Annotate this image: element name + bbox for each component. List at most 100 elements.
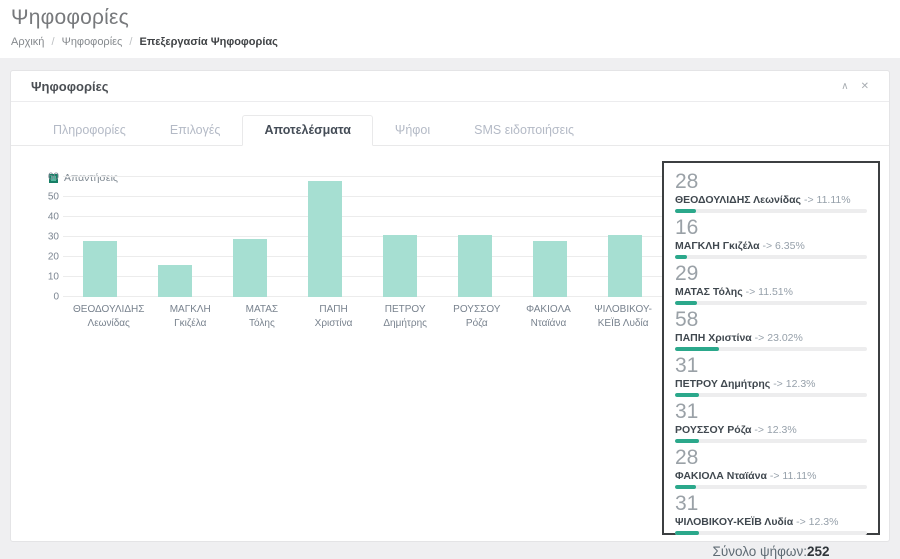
result-progress-track: [675, 485, 867, 489]
bar-slot: [587, 235, 662, 297]
result-progress-track: [675, 347, 867, 351]
x-axis-label: ΠΑΠΗ Χριστίνα: [298, 303, 370, 330]
y-axis-tick: 40: [48, 212, 59, 223]
result-percent: 11.51%: [758, 286, 793, 298]
y-axis-tick: 10: [48, 272, 59, 283]
y-axis-tick: 0: [53, 292, 59, 303]
result-line: ΠΑΠΗ Χριστίνα -> 23.02%: [675, 332, 867, 344]
result-percent: 12.3%: [809, 516, 839, 528]
breadcrumb-separator: /: [52, 36, 55, 48]
result-arrow: ->: [773, 378, 783, 390]
total-votes-value: 252: [807, 544, 830, 559]
bar-slot: [363, 235, 438, 297]
result-arrow: ->: [746, 286, 756, 298]
result-line: ΡΟΥΣΣΟΥ Ρόζα -> 12.3%: [675, 424, 867, 436]
result-item: 31 ΠΕΤΡΟΥ Δημήτρης -> 12.3%: [675, 356, 867, 397]
answers-bar-chart: Απαντήσεις 0 10 20 30 40 50 60: [41, 176, 662, 535]
result-percent: 12.3%: [767, 424, 797, 436]
y-axis-tick: 50: [48, 192, 59, 203]
result-count: 16: [675, 218, 867, 238]
result-count: 29: [675, 264, 867, 284]
result-progress-track: [675, 439, 867, 443]
result-candidate-name: ΡΟΥΣΣΟΥ Ρόζα: [675, 424, 751, 436]
result-item: 28 ΘΕΟΔΟΥΛΙΔΗΣ Λεωνίδας -> 11.11%: [675, 172, 867, 213]
breadcrumb: Αρχική / Ψηφοφορίες / Επεξεργασία Ψηφοφο…: [11, 36, 900, 48]
tab[interactable]: Πληροφορίες: [31, 115, 148, 146]
result-count: 31: [675, 402, 867, 422]
result-candidate-name: ΜΑΤΑΣ Τόλης: [675, 286, 743, 298]
x-axis-label: ΠΕΤΡΟΥ Δημήτρης: [369, 303, 441, 330]
result-arrow: ->: [770, 470, 780, 482]
result-percent: 12.3%: [786, 378, 816, 390]
result-line: ΜΑΤΑΣ Τόλης -> 11.51%: [675, 286, 867, 298]
y-axis-tick: 30: [48, 232, 59, 243]
chart-bar: [383, 235, 417, 297]
result-progress-fill: [675, 347, 719, 351]
chart-bar: [83, 241, 117, 297]
breadcrumb-votes-link[interactable]: Ψηφοφορίες: [62, 36, 123, 48]
close-icon[interactable]: ✕: [861, 82, 869, 92]
result-arrow: ->: [755, 332, 765, 344]
tab-bar: Πληροφορίες Επιλογές Αποτελέσματα Ψήφοι …: [11, 102, 889, 146]
breadcrumb-home-link[interactable]: Αρχική: [11, 36, 44, 48]
y-axis-tick: 60: [48, 172, 59, 183]
chart-bar: [608, 235, 642, 297]
result-candidate-name: ΜΑΓΚΛΗ Γκιζέλα: [675, 240, 760, 252]
result-candidate-name: ΦΑΚΙΟΛΑ Νταϊάνα: [675, 470, 767, 482]
tab[interactable]: Επιλογές: [148, 115, 243, 146]
result-count: 58: [675, 310, 867, 330]
tab[interactable]: Αποτελέσματα: [242, 115, 372, 146]
result-progress-fill: [675, 255, 687, 259]
x-axis-label: ΡΟΥΣΣΟΥ Ρόζα: [441, 303, 513, 330]
result-candidate-name: ΨΙΛΟΒΙΚΟΥ-ΚΕΪΒ Λυδία: [675, 516, 793, 528]
result-candidate-name: ΘΕΟΔΟΥΛΙΔΗΣ Λεωνίδας: [675, 194, 801, 206]
result-percent: 6.35%: [775, 240, 805, 252]
result-percent: 23.02%: [767, 332, 803, 344]
result-progress-fill: [675, 209, 696, 213]
result-progress-track: [675, 301, 867, 305]
breadcrumb-current: Επεξεργασία Ψηφοφορίας: [140, 36, 278, 48]
chart-bar: [533, 241, 567, 297]
chart-bars: [63, 176, 662, 297]
result-percent: 11.11%: [782, 470, 816, 482]
result-item: 28 ΦΑΚΙΟΛΑ Νταϊάνα -> 11.11%: [675, 448, 867, 489]
tab[interactable]: Ψήφοι: [373, 115, 452, 146]
result-arrow: ->: [754, 424, 764, 436]
collapse-icon[interactable]: ∧: [841, 82, 848, 92]
results-summary-box: 28 ΘΕΟΔΟΥΛΙΔΗΣ Λεωνίδας -> 11.11% 16 ΜΑΓ…: [662, 161, 880, 535]
result-item: 31 ΨΙΛΟΒΙΚΟΥ-ΚΕΪΒ Λυδία -> 12.3%: [675, 494, 867, 535]
result-item: 31 ΡΟΥΣΣΟΥ Ρόζα -> 12.3%: [675, 402, 867, 443]
chart-plot-area: 0 10 20 30 40 50 60: [63, 176, 662, 297]
result-arrow: ->: [804, 194, 814, 206]
result-line: ΦΑΚΙΟΛΑ Νταϊάνα -> 11.11%: [675, 470, 867, 482]
x-axis-label: ΜΑΓΚΛΗ Γκιζέλα: [154, 303, 226, 330]
chart-bar: [233, 239, 267, 297]
x-axis-label: ΦΑΚΙΟΛΑ Νταϊάνα: [513, 303, 585, 330]
result-candidate-name: ΠΑΠΗ Χριστίνα: [675, 332, 752, 344]
result-arrow: ->: [796, 516, 806, 528]
y-axis-tick: 20: [48, 252, 59, 263]
tab[interactable]: SMS ειδοποιήσεις: [452, 115, 596, 146]
result-item: 29 ΜΑΤΑΣ Τόλης -> 11.51%: [675, 264, 867, 305]
result-count: 31: [675, 356, 867, 376]
result-item: 16 ΜΑΓΚΛΗ Γκιζέλα -> 6.35%: [675, 218, 867, 259]
result-count: 28: [675, 172, 867, 192]
result-item: 58 ΠΑΠΗ Χριστίνα -> 23.02%: [675, 310, 867, 351]
result-progress-fill: [675, 485, 696, 489]
bar-slot: [213, 239, 288, 297]
result-progress-fill: [675, 531, 699, 535]
result-count: 31: [675, 494, 867, 514]
x-axis-labels: ΘΕΟΔΟΥΛΙΔΗΣ Λεωνίδας ΜΑΓΚΛΗ Γκιζέλα ΜΑΤΑ…: [63, 303, 662, 330]
result-count: 28: [675, 448, 867, 468]
chart-bar: [158, 265, 192, 297]
panel-title: Ψηφοφορίες: [31, 79, 109, 94]
chart-bar: [308, 181, 342, 297]
x-axis-label: ΨΙΛΟΒΙΚΟΥ-ΚΕΪΒ Λυδία: [584, 303, 662, 330]
result-progress-track: [675, 531, 867, 535]
total-votes: Σύνολο ψήφων:252: [675, 544, 867, 559]
page-title: Ψηφοφορίες: [11, 6, 900, 30]
x-axis-label: ΘΕΟΔΟΥΛΙΔΗΣ Λεωνίδας: [63, 303, 154, 330]
panel-header: Ψηφοφορίες ∧ ✕: [11, 71, 889, 102]
votes-panel: Ψηφοφορίες ∧ ✕ Πληροφορίες Επιλογές Αποτ…: [10, 70, 890, 542]
results-content: Απαντήσεις 0 10 20 30 40 50 60: [11, 146, 889, 535]
